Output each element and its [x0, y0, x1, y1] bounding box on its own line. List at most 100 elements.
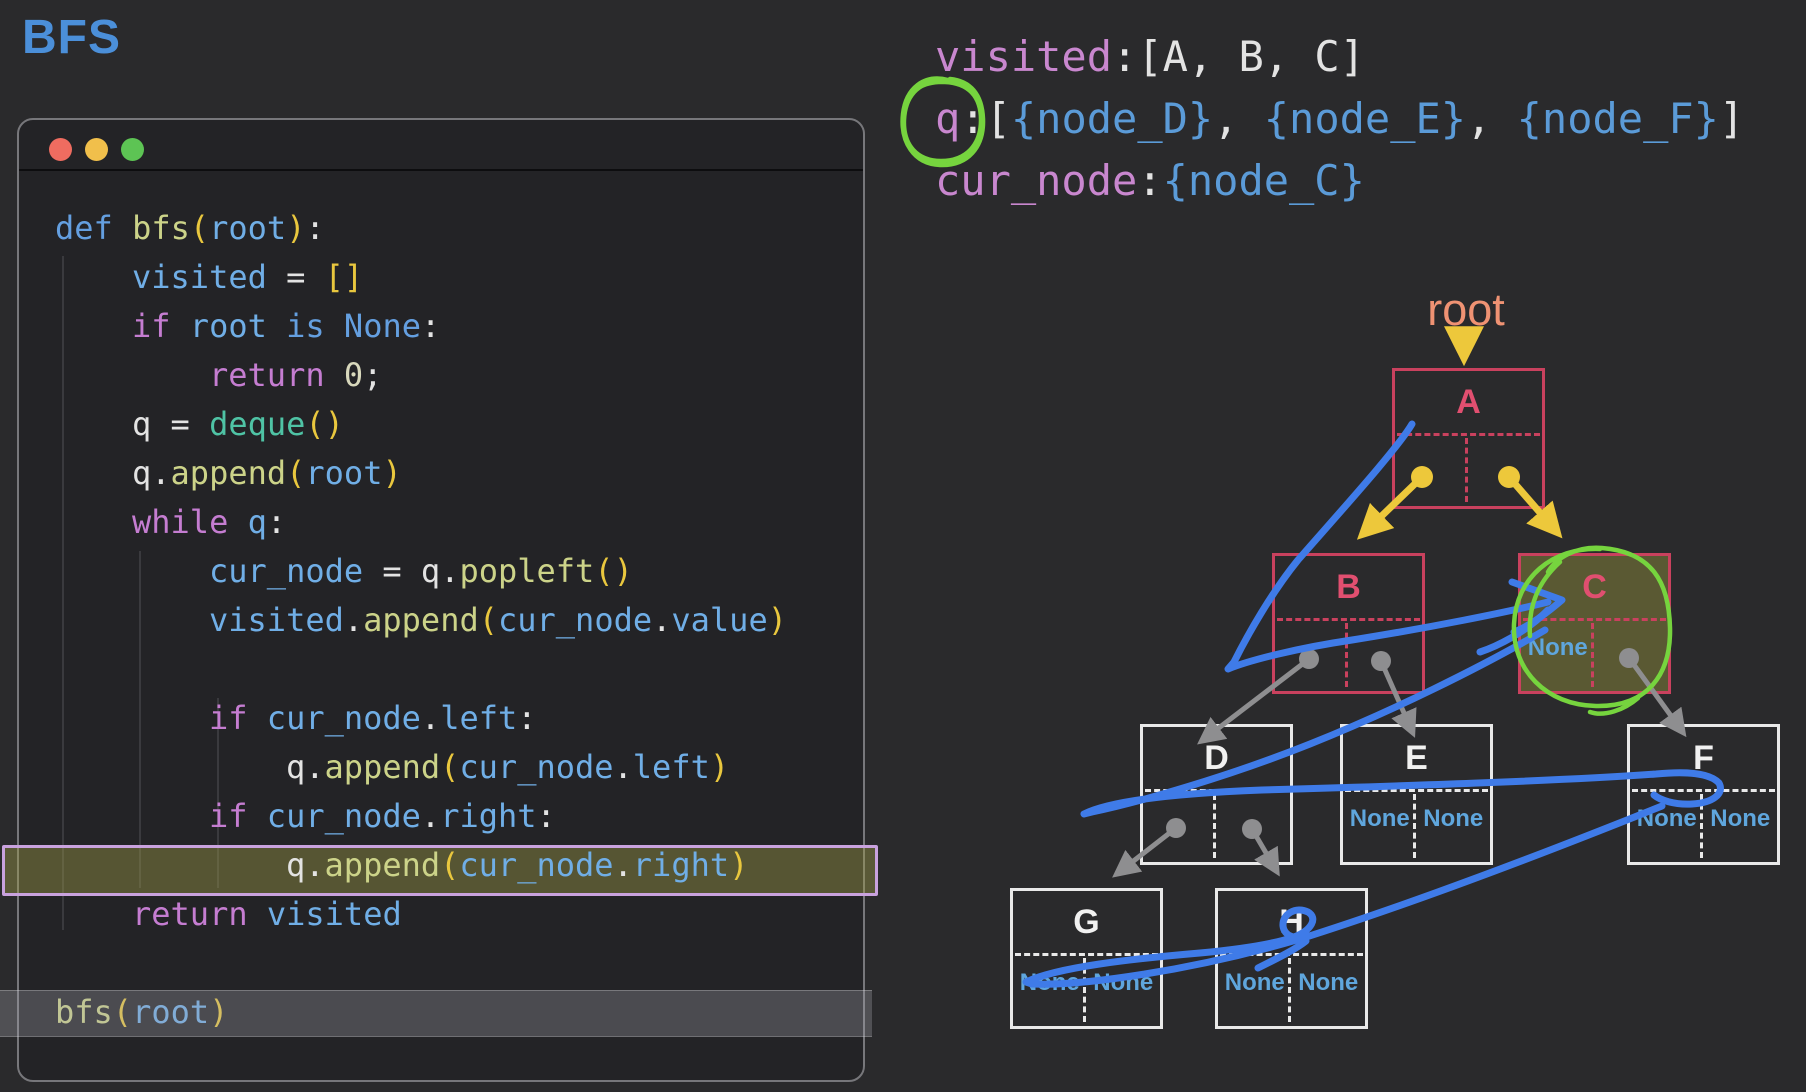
code-token: cur_node — [459, 748, 613, 786]
state-token: {node_C} — [1163, 156, 1365, 205]
code-token: q — [248, 503, 267, 541]
code-token: deque — [209, 405, 305, 443]
code-token: ) — [729, 846, 748, 884]
code-token: right — [633, 846, 729, 884]
state-token: visited — [935, 32, 1112, 81]
code-line-15: return visited — [132, 890, 402, 939]
code-token: . — [421, 699, 440, 737]
code-token: visited — [267, 895, 402, 933]
indent-guide — [139, 551, 141, 888]
state-token: {node_D} — [1011, 94, 1213, 143]
node-pointer-divider — [1465, 438, 1468, 502]
state-token: ] — [1719, 94, 1744, 143]
node-label-a: A — [1395, 383, 1542, 422]
node-label-b: B — [1275, 568, 1422, 607]
close-button-icon[interactable] — [49, 138, 72, 161]
code-token: ( — [286, 454, 305, 492]
node-value-pointer-divider — [1145, 789, 1288, 792]
code-token: visited — [209, 601, 344, 639]
state-line-cur-node: cur_node:{node_C} — [935, 150, 1744, 212]
minimize-button-icon[interactable] — [85, 138, 108, 161]
zoom-button-icon[interactable] — [121, 138, 144, 161]
tree-node-a: A — [1392, 368, 1545, 509]
code-token: def — [55, 209, 132, 247]
code-token: . — [614, 846, 633, 884]
state-token: , — [1213, 94, 1264, 143]
code-token: . — [614, 748, 633, 786]
node-label-d: D — [1143, 739, 1290, 778]
node-f-right-none: None — [1704, 805, 1778, 833]
code-token: [] — [325, 258, 364, 296]
call-line-highlight — [0, 990, 872, 1037]
code-token: q. — [132, 454, 171, 492]
code-token: ( — [190, 209, 209, 247]
code-line-7: while q: — [132, 498, 286, 547]
code-token: : — [537, 797, 556, 835]
code-token: append — [363, 601, 479, 639]
code-token: None — [344, 307, 421, 345]
code-token: ) — [382, 454, 401, 492]
node-label-g: G — [1013, 903, 1160, 942]
code-line-4: return 0; — [209, 351, 382, 400]
state-line-visited: visited:[A, B, C] — [935, 26, 1744, 88]
code-token: cur_node — [209, 552, 363, 590]
titlebar-separator — [19, 169, 863, 171]
state-token: , — [1466, 94, 1517, 143]
code-line-11: if cur_node.left: — [209, 694, 537, 743]
code-token: cur_node — [459, 846, 613, 884]
node-f-left-none: None — [1630, 805, 1704, 833]
root-pointer-label: root — [1398, 284, 1534, 336]
code-token: : — [305, 209, 324, 247]
code-line-1: def bfs(root): — [55, 204, 325, 253]
code-token: append — [325, 846, 441, 884]
code-token: popleft — [459, 552, 594, 590]
state-area: visited:[A, B, C]q:[{node_D}, {node_E}, … — [935, 26, 1744, 212]
tree-node-b: B — [1272, 553, 1425, 694]
code-token: root — [305, 454, 382, 492]
code-token: 0 — [344, 356, 363, 394]
tree-node-f: FNoneNone — [1627, 724, 1780, 865]
code-token: ( — [440, 748, 459, 786]
node-h-left-none: None — [1218, 969, 1292, 997]
code-token: right — [440, 797, 536, 835]
page-title: BFS — [22, 10, 121, 65]
code-token: append — [325, 748, 441, 786]
code-token: ( — [440, 846, 459, 884]
indent-guide — [62, 256, 64, 930]
code-token: q. — [286, 846, 325, 884]
code-token: ( — [479, 601, 498, 639]
code-token: cur_node — [498, 601, 652, 639]
node-g-right-none: None — [1087, 969, 1161, 997]
node-label-c: C — [1521, 568, 1668, 607]
code-token: cur_node — [267, 797, 421, 835]
tree-node-d: D — [1140, 724, 1293, 865]
green-circle-node-c-tail — [1590, 698, 1638, 714]
node-value-pointer-divider — [1523, 618, 1666, 621]
node-label-e: E — [1343, 739, 1490, 778]
code-token: ) — [768, 601, 787, 639]
code-token: : — [267, 503, 286, 541]
code-line-12: q.append(cur_node.left) — [286, 743, 729, 792]
state-line-queue: q:[{node_D}, {node_E}, {node_F}] — [935, 88, 1744, 150]
code-token: while — [132, 503, 248, 541]
code-token: . — [344, 601, 363, 639]
code-token: left — [440, 699, 517, 737]
node-value-pointer-divider — [1277, 618, 1420, 621]
code-token: root — [190, 307, 286, 345]
state-token: q — [935, 94, 960, 143]
code-token: = — [267, 258, 325, 296]
node-g-left-none: None — [1013, 969, 1087, 997]
state-token: [ — [986, 94, 1011, 143]
code-token: left — [633, 748, 710, 786]
code-token: is — [286, 307, 344, 345]
code-line-14: q.append(cur_node.right) — [286, 841, 748, 890]
code-line-8: cur_node = q.popleft() — [209, 547, 633, 596]
code-token: . — [421, 797, 440, 835]
node-h-right-none: None — [1292, 969, 1366, 997]
node-value-pointer-divider — [1220, 953, 1363, 956]
state-token: : — [1112, 32, 1137, 81]
window-titlebar — [19, 120, 863, 168]
node-value-pointer-divider — [1632, 789, 1775, 792]
code-token: value — [671, 601, 767, 639]
code-token: if — [132, 307, 190, 345]
